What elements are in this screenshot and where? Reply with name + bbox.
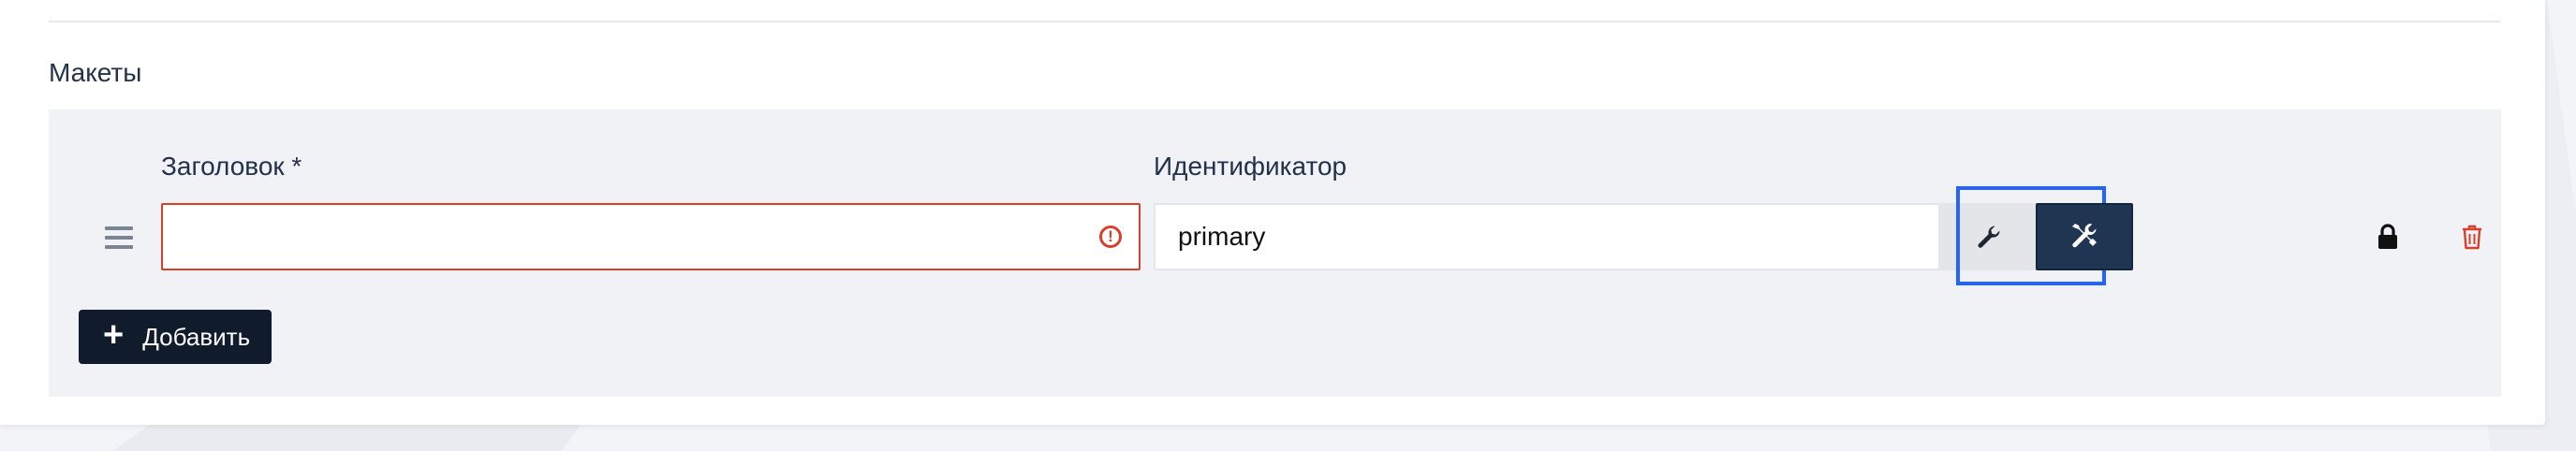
drag-handle-icon[interactable] [105, 226, 133, 249]
title-input[interactable] [163, 205, 1139, 269]
trash-icon [2463, 225, 2481, 250]
delete-button[interactable] [2455, 220, 2489, 254]
add-button[interactable]: + Добавить [79, 310, 272, 364]
identifier-input[interactable] [1156, 205, 1938, 269]
tools-button[interactable] [2036, 203, 2133, 270]
background-shape-bottom [112, 425, 581, 451]
section-title: Макеты [49, 58, 142, 87]
lock-icon [2378, 224, 2397, 249]
error-icon: ! [1099, 226, 1122, 248]
tools-icon [2072, 224, 2097, 248]
plus-icon: + [103, 315, 125, 355]
lock-button[interactable] [2371, 220, 2405, 254]
identifier-label: Идентификатор [1154, 152, 1347, 181]
title-label: Заголовок * [161, 152, 302, 181]
divider [49, 21, 2500, 22]
identifier-field[interactable] [1154, 203, 1940, 270]
layouts-card: Макеты Заголовок * ! Идентификатор prima… [0, 0, 2545, 425]
layout-item-panel: Заголовок * ! Идентификатор primary + До… [49, 109, 2501, 397]
title-field[interactable]: ! [161, 203, 1141, 270]
add-button-label: Добавить [142, 322, 251, 351]
